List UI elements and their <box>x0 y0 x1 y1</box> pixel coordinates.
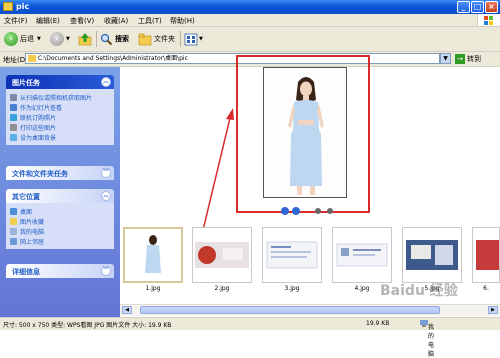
scrollbar-thumb[interactable] <box>140 306 440 314</box>
thumbnail[interactable] <box>472 227 500 283</box>
thumbnail-strip: 1.jpg 2.jpg 3.jpg 4.jpg 5.jpg 6. <box>120 222 500 317</box>
horizontal-scrollbar[interactable]: ◀ ▶ <box>120 304 500 316</box>
computer-icon <box>420 320 428 327</box>
watermark: Baidu 经验 <box>380 283 458 299</box>
thumbnail-label: 1.jpg <box>145 285 161 292</box>
thumbnail[interactable] <box>332 227 392 283</box>
status-size: 19.9 KB <box>366 320 390 327</box>
scroll-right-button[interactable]: ▶ <box>488 306 498 314</box>
status-location: 我的电脑 <box>420 320 434 358</box>
thumbnail[interactable] <box>192 227 252 283</box>
thumbnail[interactable] <box>123 227 183 283</box>
thumbnail[interactable] <box>262 227 322 283</box>
status-bar: 尺寸: 500 x 750 类型: WPS看图 JPG 图片文件 大小: 19.… <box>0 317 500 358</box>
thumbnail[interactable] <box>402 227 462 283</box>
thumbnail-label: 3.jpg <box>284 285 300 292</box>
thumbnail-label: 6. <box>483 285 489 292</box>
scroll-left-button[interactable]: ◀ <box>122 306 132 314</box>
thumbnail-label: 2.jpg <box>214 285 230 292</box>
status-info: 尺寸: 500 x 750 类型: WPS看图 JPG 图片文件 大小: 19.… <box>3 322 172 329</box>
